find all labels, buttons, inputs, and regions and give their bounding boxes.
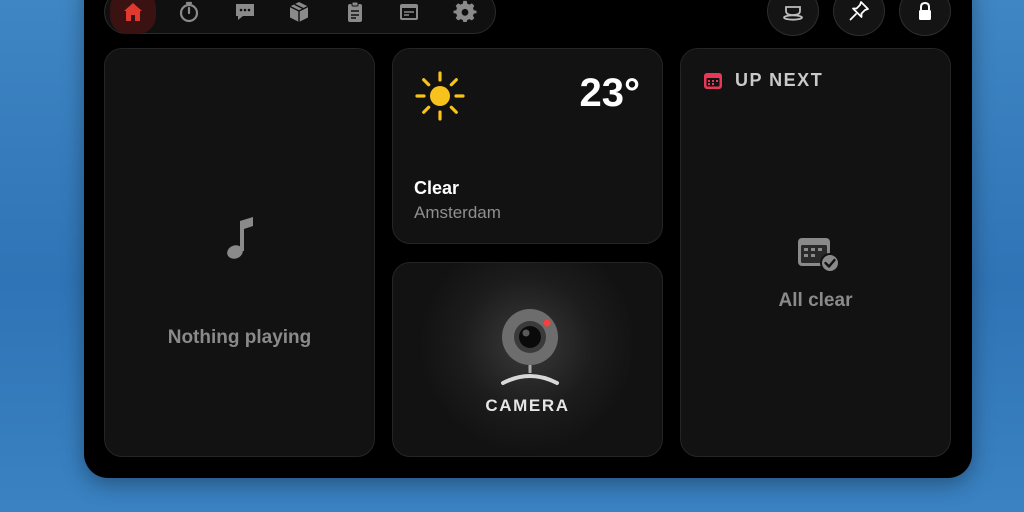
up-next-status: All clear xyxy=(778,290,853,311)
up-next-title: UP NEXT xyxy=(735,70,824,90)
webcam-icon xyxy=(501,309,559,385)
tab-home[interactable] xyxy=(110,0,156,34)
calendar-check-icon xyxy=(798,238,840,273)
music-status: Nothing playing xyxy=(167,327,312,348)
clipboard-icon xyxy=(348,1,362,22)
tab-clipboard[interactable] xyxy=(332,0,378,34)
weather-condition: Clear xyxy=(414,178,460,198)
home-icon xyxy=(124,3,142,21)
calendar-icon xyxy=(704,73,722,89)
tab-box[interactable] xyxy=(276,0,322,34)
tab-settings[interactable] xyxy=(442,0,488,34)
weather-temperature: 23° xyxy=(579,71,641,115)
camera-label: CAMERA xyxy=(485,396,570,415)
music-note-icon xyxy=(227,217,253,259)
gear-icon xyxy=(453,0,477,23)
music-card[interactable]: Nothing playing xyxy=(104,48,375,457)
tab-timer[interactable] xyxy=(166,0,212,34)
lock-icon xyxy=(919,1,931,20)
timer-icon xyxy=(179,1,199,23)
weather-card[interactable]: 23° Clear Amsterdam xyxy=(392,48,663,244)
screen-icon xyxy=(400,4,418,20)
pin-icon xyxy=(849,1,869,21)
tab-chat[interactable] xyxy=(222,0,268,34)
chat-icon xyxy=(236,4,254,20)
tab-screen[interactable] xyxy=(386,0,432,34)
sun-icon xyxy=(415,71,465,121)
box-icon xyxy=(289,2,309,22)
up-next-card[interactable]: UP NEXT All clear xyxy=(680,48,951,457)
weather-city: Amsterdam xyxy=(414,203,501,222)
coffee-cup-icon xyxy=(783,6,803,21)
camera-card[interactable]: CAMERA xyxy=(392,262,663,457)
